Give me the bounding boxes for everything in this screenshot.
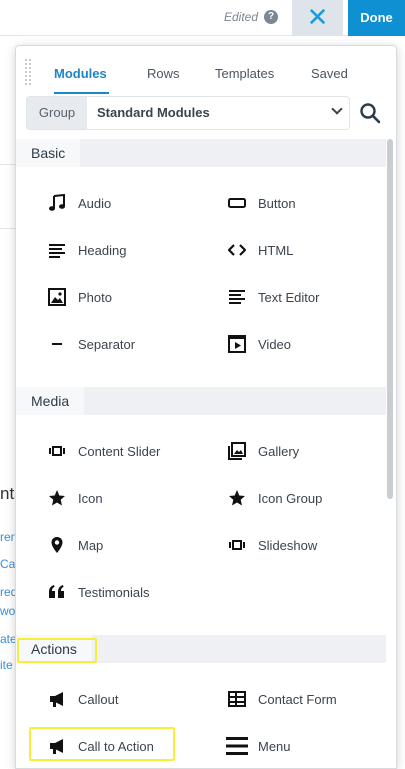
module-contact-form[interactable]: Contact Form: [226, 686, 337, 712]
module-video[interactable]: Video: [226, 331, 291, 357]
edited-status: Edited: [224, 10, 259, 24]
section-basic: Basic: [16, 139, 386, 167]
module-content-slider[interactable]: Content Slider: [46, 438, 160, 464]
slider-icon: [226, 534, 248, 556]
tab-saved[interactable]: Saved: [311, 66, 348, 81]
link-fragment[interactable]: red: [0, 585, 15, 599]
done-button[interactable]: Done: [348, 0, 405, 36]
module-label: Gallery: [258, 443, 300, 459]
help-icon[interactable]: ?: [264, 10, 278, 24]
megaphone-icon: [46, 688, 68, 710]
module-audio[interactable]: Audio: [46, 190, 111, 216]
music-note-icon: [46, 192, 68, 214]
video-icon: [226, 333, 248, 355]
photo-icon: [46, 286, 68, 308]
map-pin-icon: [46, 534, 68, 556]
code-icon: [226, 239, 248, 261]
highlight-box-call-to-action: [29, 727, 175, 761]
module-label: Icon Group: [258, 490, 323, 506]
search-icon[interactable]: [359, 102, 381, 124]
close-panel-button[interactable]: ✕: [292, 0, 343, 46]
module-gallery[interactable]: Gallery: [226, 438, 299, 464]
module-heading[interactable]: Heading: [46, 237, 126, 263]
divider: [0, 228, 15, 229]
gallery-icon: [226, 440, 248, 462]
scrollbar[interactable]: [387, 139, 393, 499]
module-slideshow[interactable]: Slideshow: [226, 532, 317, 558]
section-title: Basic: [16, 139, 81, 167]
menu-icon: [226, 735, 248, 757]
close-icon: ✕: [306, 2, 329, 32]
module-label: Video: [258, 336, 292, 352]
module-label: Text Editor: [258, 289, 320, 305]
module-label: Separator: [78, 336, 136, 352]
section-title: Media: [16, 387, 85, 415]
link-fragment[interactable]: wor: [0, 604, 15, 618]
quote-icon: [46, 581, 68, 603]
page-heading-fragment: nts: [0, 484, 15, 503]
module-menu[interactable]: Menu: [226, 733, 291, 759]
module-label: Audio: [78, 195, 112, 211]
builder-topbar: Edited ? ✕ Done: [0, 0, 405, 46]
modules-list: Basic Audio Button Heading HTML Photo Te…: [16, 139, 386, 768]
link-fragment[interactable]: ate: [0, 632, 15, 646]
link-fragment[interactable]: Cas: [0, 557, 15, 571]
module-text-editor[interactable]: Text Editor: [226, 284, 319, 310]
highlight-box-actions: [17, 638, 97, 663]
module-label: HTML: [258, 242, 294, 258]
module-label: Heading: [78, 242, 127, 258]
tab-rows[interactable]: Rows: [147, 66, 180, 81]
text-editor-icon: [226, 286, 248, 308]
link-fragment[interactable]: ren: [0, 530, 15, 544]
star-icon: [46, 487, 68, 509]
section-media: Media: [16, 387, 386, 415]
module-label: Menu: [258, 738, 291, 754]
module-testimonials[interactable]: Testimonials: [46, 579, 150, 605]
separator-icon: [46, 333, 68, 355]
module-label: Slideshow: [258, 537, 318, 553]
button-icon: [226, 192, 248, 214]
module-icon-group[interactable]: Icon Group: [226, 485, 322, 511]
chevron-down-icon: [331, 103, 343, 115]
heading-icon: [46, 239, 68, 261]
module-label: Content Slider: [78, 443, 161, 459]
module-label: Photo: [78, 289, 112, 305]
star-icon: [226, 487, 248, 509]
module-map[interactable]: Map: [46, 532, 103, 558]
module-label: Icon: [78, 490, 103, 506]
module-label: Map: [78, 537, 104, 553]
form-icon: [226, 688, 248, 710]
link-fragment[interactable]: ite: [0, 658, 15, 672]
tab-modules[interactable]: Modules: [54, 66, 107, 81]
group-select[interactable]: Group Standard Modules: [26, 96, 350, 130]
module-label: Button: [258, 195, 296, 211]
panel-tabs: Modules Rows Templates Saved: [16, 46, 396, 98]
tab-templates[interactable]: Templates: [215, 66, 274, 81]
group-label: Group: [27, 97, 87, 129]
module-icon[interactable]: Icon: [46, 485, 103, 511]
module-label: Testimonials: [78, 584, 150, 600]
group-selected-value: Standard Modules: [97, 105, 210, 120]
module-callout[interactable]: Callout: [46, 686, 118, 712]
module-button[interactable]: Button: [226, 190, 296, 216]
active-tab-indicator: [54, 92, 109, 94]
divider: [0, 164, 15, 165]
module-separator[interactable]: Separator: [46, 331, 135, 357]
module-label: Callout: [78, 691, 119, 707]
slider-icon: [46, 440, 68, 462]
module-html[interactable]: HTML: [226, 237, 293, 263]
module-photo[interactable]: Photo: [46, 284, 112, 310]
module-label: Contact Form: [258, 691, 337, 707]
